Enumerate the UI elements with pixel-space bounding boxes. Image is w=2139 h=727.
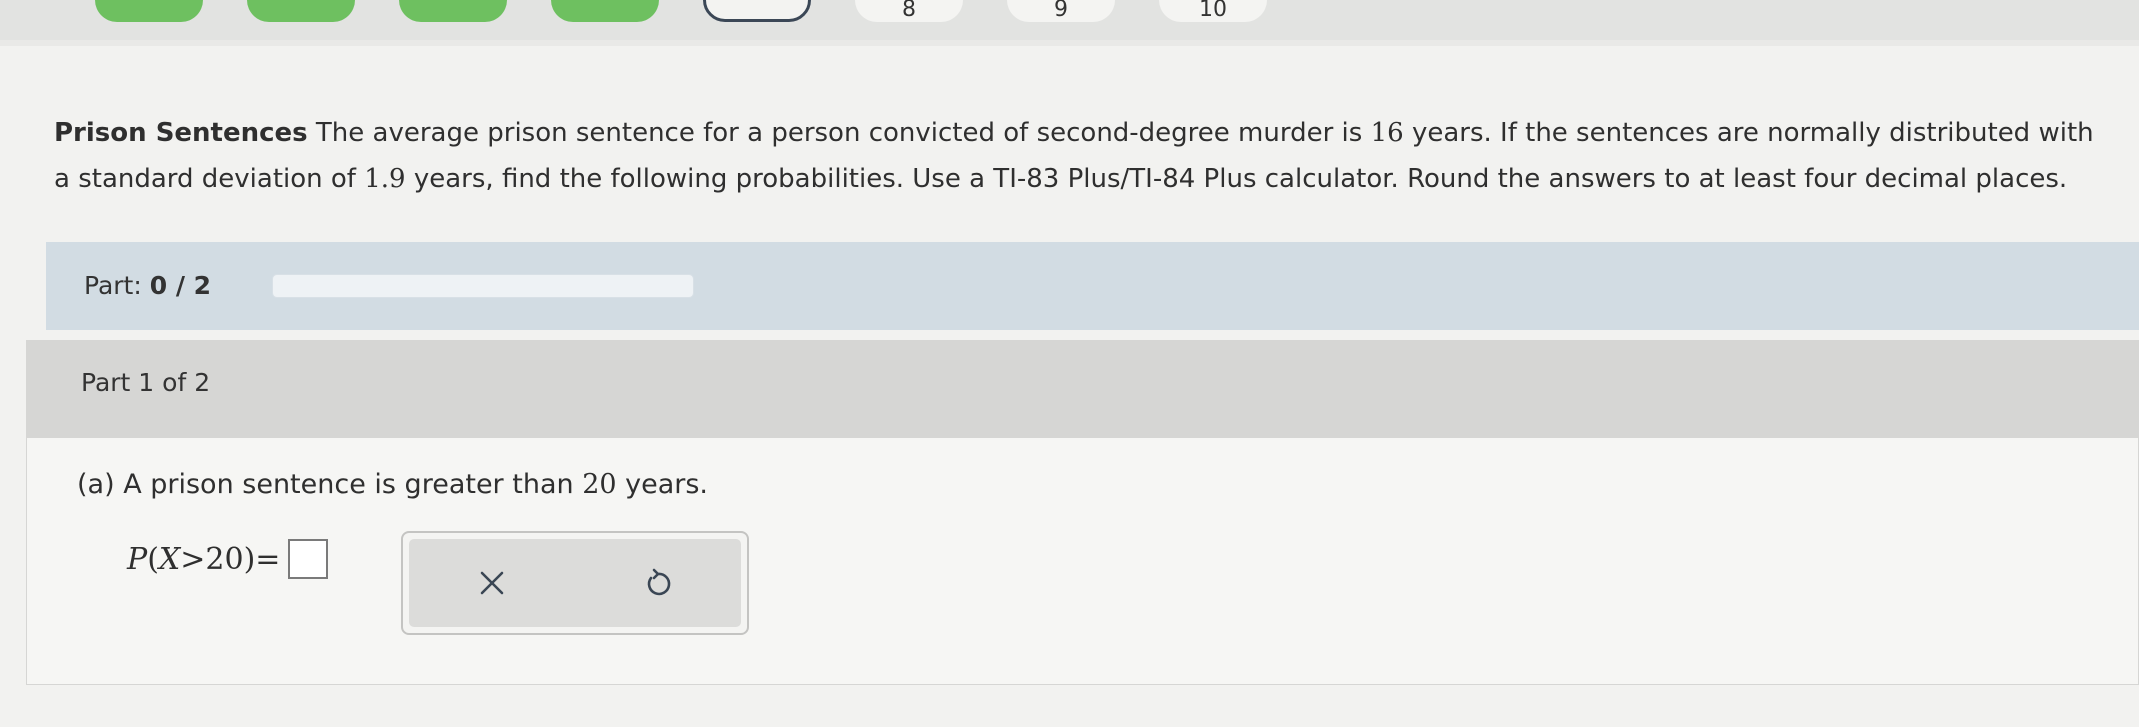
step-pill-3[interactable]: [399, 0, 507, 22]
clear-button[interactable]: [452, 553, 532, 613]
part-progress-bar: Part: 0 / 2: [46, 242, 2139, 330]
step-pill-2[interactable]: [247, 0, 355, 22]
step-pill-1[interactable]: [95, 0, 203, 22]
question-text: (a) A prison sentence is greater than 20…: [77, 469, 709, 500]
question-page: Prison Sentences The average prison sent…: [0, 46, 2139, 727]
x-icon: [480, 571, 504, 595]
part-progress-value: 0 / 2: [149, 271, 212, 300]
probability-equation: P ( X >20) =: [127, 539, 329, 579]
part-card: Part 1 of 2 (a) A prison sentence is gre…: [26, 340, 2139, 685]
part-progress-track: [272, 274, 694, 298]
part-progress-label: Part:: [84, 271, 150, 300]
mean-value: 16: [1370, 118, 1404, 148]
step-pill-9[interactable]: 9: [1007, 0, 1115, 22]
question-value: 20: [582, 469, 617, 500]
step-pill-current[interactable]: [703, 0, 811, 22]
part-card-header: Part 1 of 2: [27, 341, 2138, 438]
step-progress-bar: 8 9 10: [0, 0, 2139, 40]
step-pill-8[interactable]: 8: [855, 0, 963, 22]
problem-title: Prison Sentences: [54, 118, 308, 148]
step-pill-4[interactable]: [551, 0, 659, 22]
step-pill-10[interactable]: 10: [1159, 0, 1267, 22]
answer-action-panel: [401, 531, 749, 635]
answer-input[interactable]: [288, 539, 329, 579]
undo-icon: [647, 568, 671, 596]
problem-statement: Prison Sentences The average prison sent…: [54, 118, 2094, 194]
undo-button[interactable]: [618, 553, 698, 613]
sd-value: 1.9: [364, 164, 406, 194]
